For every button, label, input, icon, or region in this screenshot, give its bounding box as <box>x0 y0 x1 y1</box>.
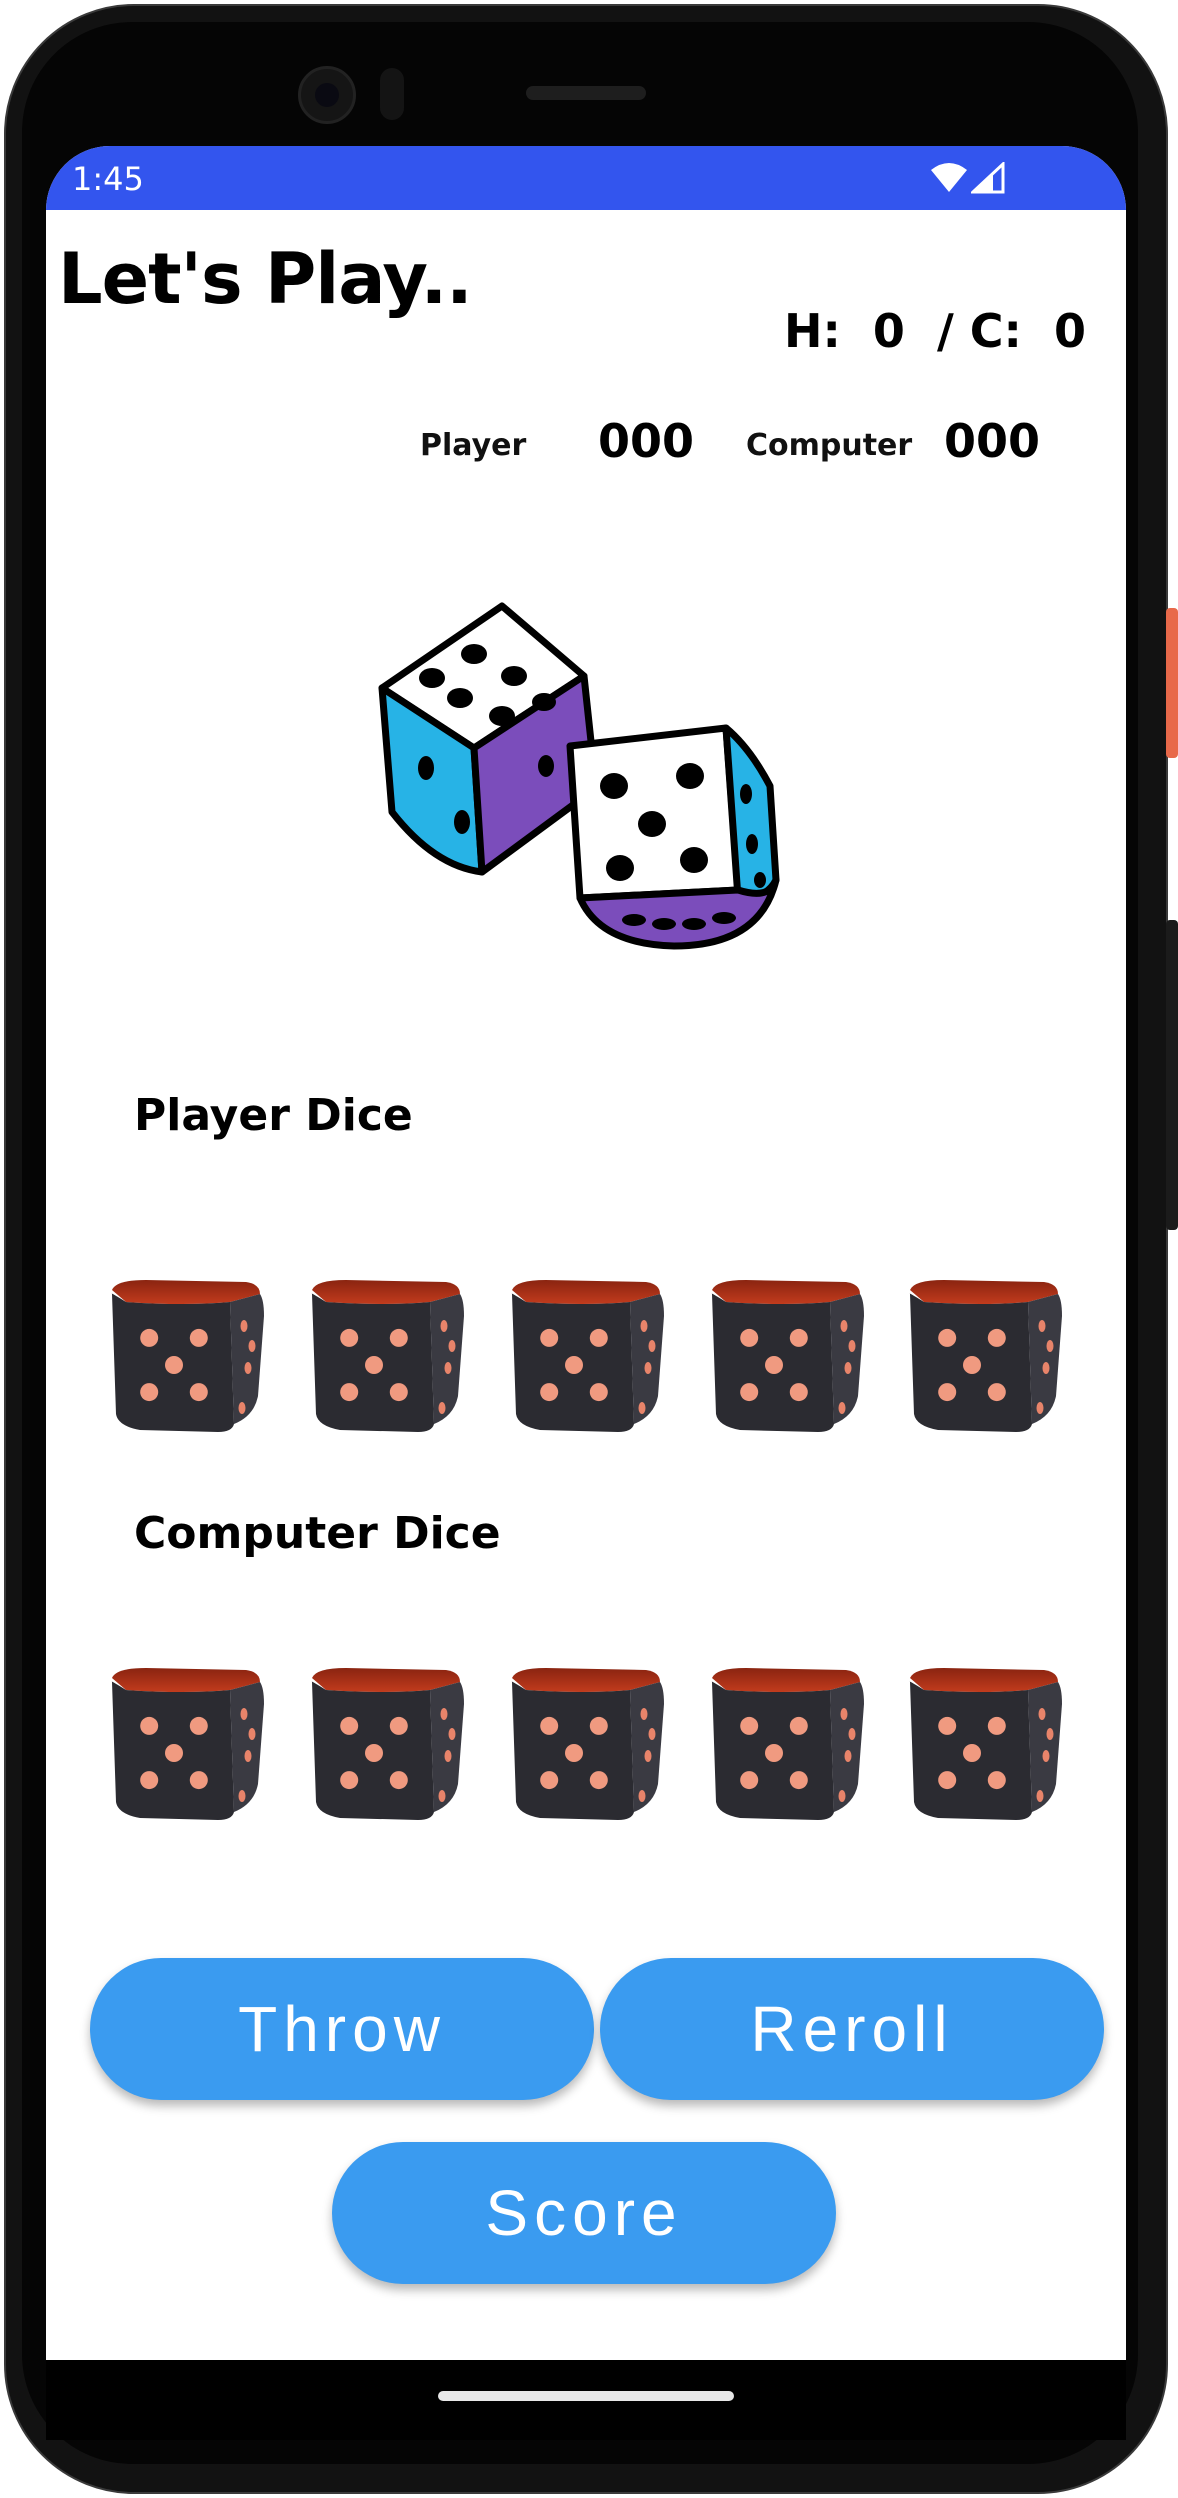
throw-button[interactable]: Throw <box>90 1958 594 2100</box>
status-time: 1:45 <box>72 160 144 198</box>
player-die-5[interactable] <box>904 1276 1064 1436</box>
reroll-button[interactable]: Reroll <box>600 1958 1104 2100</box>
volume-button <box>1166 920 1178 1230</box>
power-button <box>1166 608 1178 758</box>
player-score-label: Player <box>420 428 527 463</box>
computer-die-5[interactable] <box>904 1664 1064 1824</box>
player-die-4[interactable] <box>706 1276 866 1436</box>
player-die-1[interactable] <box>106 1276 266 1436</box>
scoreline-hc: H: 0 / C: 0 <box>784 304 1086 358</box>
sensor-icon <box>380 68 404 120</box>
computer-die-1[interactable] <box>106 1664 266 1824</box>
cellular-signal-icon <box>971 162 1005 194</box>
player-die-3[interactable] <box>506 1276 666 1436</box>
computer-score-value: 000 <box>944 414 1041 468</box>
player-dice-heading: Player Dice <box>134 1090 413 1141</box>
dice-pair-illustration <box>378 602 780 950</box>
app-screen: 1:45 Let's Play.. H: 0 / C: 0 Player 000… <box>46 146 1126 2361</box>
score-button[interactable]: Score <box>332 2142 836 2284</box>
player-score-value: 000 <box>598 414 695 468</box>
computer-dice-heading: Computer Dice <box>134 1508 501 1559</box>
earpiece-speaker <box>526 86 646 100</box>
page-title: Let's Play.. <box>58 238 473 320</box>
computer-die-4[interactable] <box>706 1664 866 1824</box>
status-bar: 1:45 <box>46 146 1126 210</box>
player-die-2[interactable] <box>306 1276 466 1436</box>
computer-score-label: Computer <box>746 428 913 463</box>
home-gesture-handle[interactable] <box>438 2391 734 2401</box>
front-camera-icon <box>298 66 356 124</box>
computer-die-2[interactable] <box>306 1664 466 1824</box>
computer-die-3[interactable] <box>506 1664 666 1824</box>
wifi-icon <box>931 163 967 192</box>
phone-frame: 1:45 Let's Play.. H: 0 / C: 0 Player 000… <box>0 0 1178 2498</box>
